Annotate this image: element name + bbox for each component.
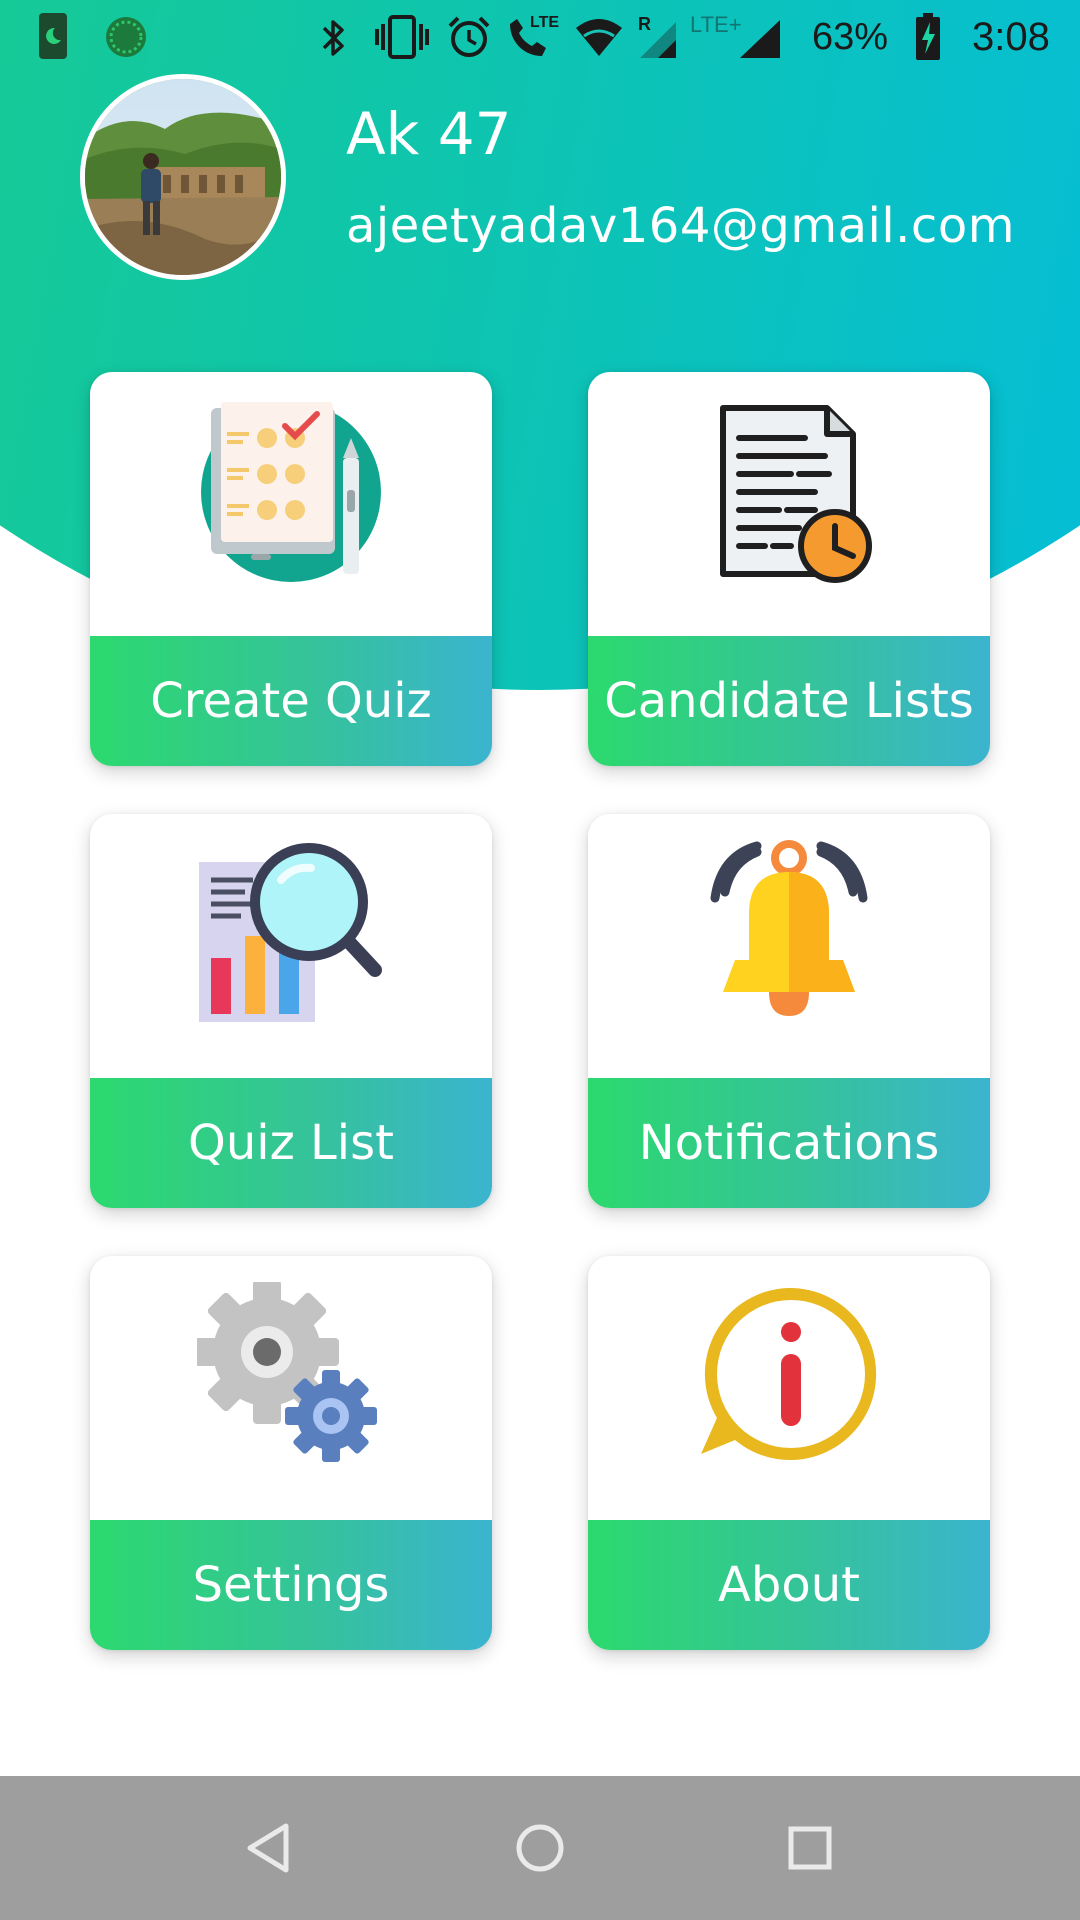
gears-icon xyxy=(197,1282,377,1462)
lte-plus-label: LTE+ xyxy=(690,12,742,37)
card-label: Create Quiz xyxy=(90,636,492,766)
document-clock-icon xyxy=(720,405,872,583)
card-label: Settings xyxy=(90,1520,492,1650)
vibrate-icon xyxy=(375,15,429,59)
home-icon[interactable] xyxy=(504,1812,576,1884)
card-label: Candidate Lists xyxy=(588,636,990,766)
clock: 3:08 xyxy=(972,15,1050,59)
card-icon-area xyxy=(90,814,492,1078)
battery-charging-icon xyxy=(916,13,940,60)
card-icon-area xyxy=(588,372,990,636)
signal-icon: LTE+ xyxy=(690,12,780,58)
menu-card-about[interactable]: About xyxy=(588,1256,990,1650)
user-email: ajeetyadav164@gmail.com xyxy=(346,198,1015,254)
menu-card-quiz-list[interactable]: Quiz List xyxy=(90,814,492,1208)
menu-card-create-quiz[interactable]: Create Quiz xyxy=(90,372,492,766)
recents-icon[interactable] xyxy=(774,1812,846,1884)
bluetooth-icon xyxy=(322,20,344,56)
status-bar: LTE R LTE+ 63% 3:08 xyxy=(0,0,1080,75)
profile-photo xyxy=(85,79,281,275)
card-icon-area xyxy=(588,1256,990,1520)
wifi-icon xyxy=(576,19,622,56)
menu-card-settings[interactable]: Settings xyxy=(90,1256,492,1650)
roaming-label: R xyxy=(638,14,651,34)
alarm-icon xyxy=(448,16,490,57)
card-label: Notifications xyxy=(588,1078,990,1208)
card-icon-area xyxy=(588,814,990,1078)
signal-icon: R xyxy=(638,14,676,58)
menu-card-notifications[interactable]: Notifications xyxy=(588,814,990,1208)
menu-card-candidate-lists[interactable]: Candidate Lists xyxy=(588,372,990,766)
card-label: Quiz List xyxy=(90,1078,492,1208)
user-name: Ak 47 xyxy=(346,100,512,168)
circle-app-icon xyxy=(106,17,146,57)
lte-label: LTE xyxy=(530,14,559,31)
card-label: About xyxy=(588,1520,990,1650)
info-bubble-icon xyxy=(701,1287,877,1460)
card-icon-area xyxy=(90,372,492,636)
card-icon-area xyxy=(90,1256,492,1520)
volte-call-icon: LTE xyxy=(510,14,559,56)
report-search-icon xyxy=(199,843,382,1022)
avatar[interactable] xyxy=(80,74,286,280)
night-mode-icon xyxy=(39,13,67,59)
battery-percent: 63% xyxy=(812,16,889,58)
bell-icon xyxy=(710,840,868,1016)
quiz-checklist-icon xyxy=(201,402,381,582)
back-icon[interactable] xyxy=(234,1812,306,1884)
navigation-bar xyxy=(0,1776,1080,1920)
